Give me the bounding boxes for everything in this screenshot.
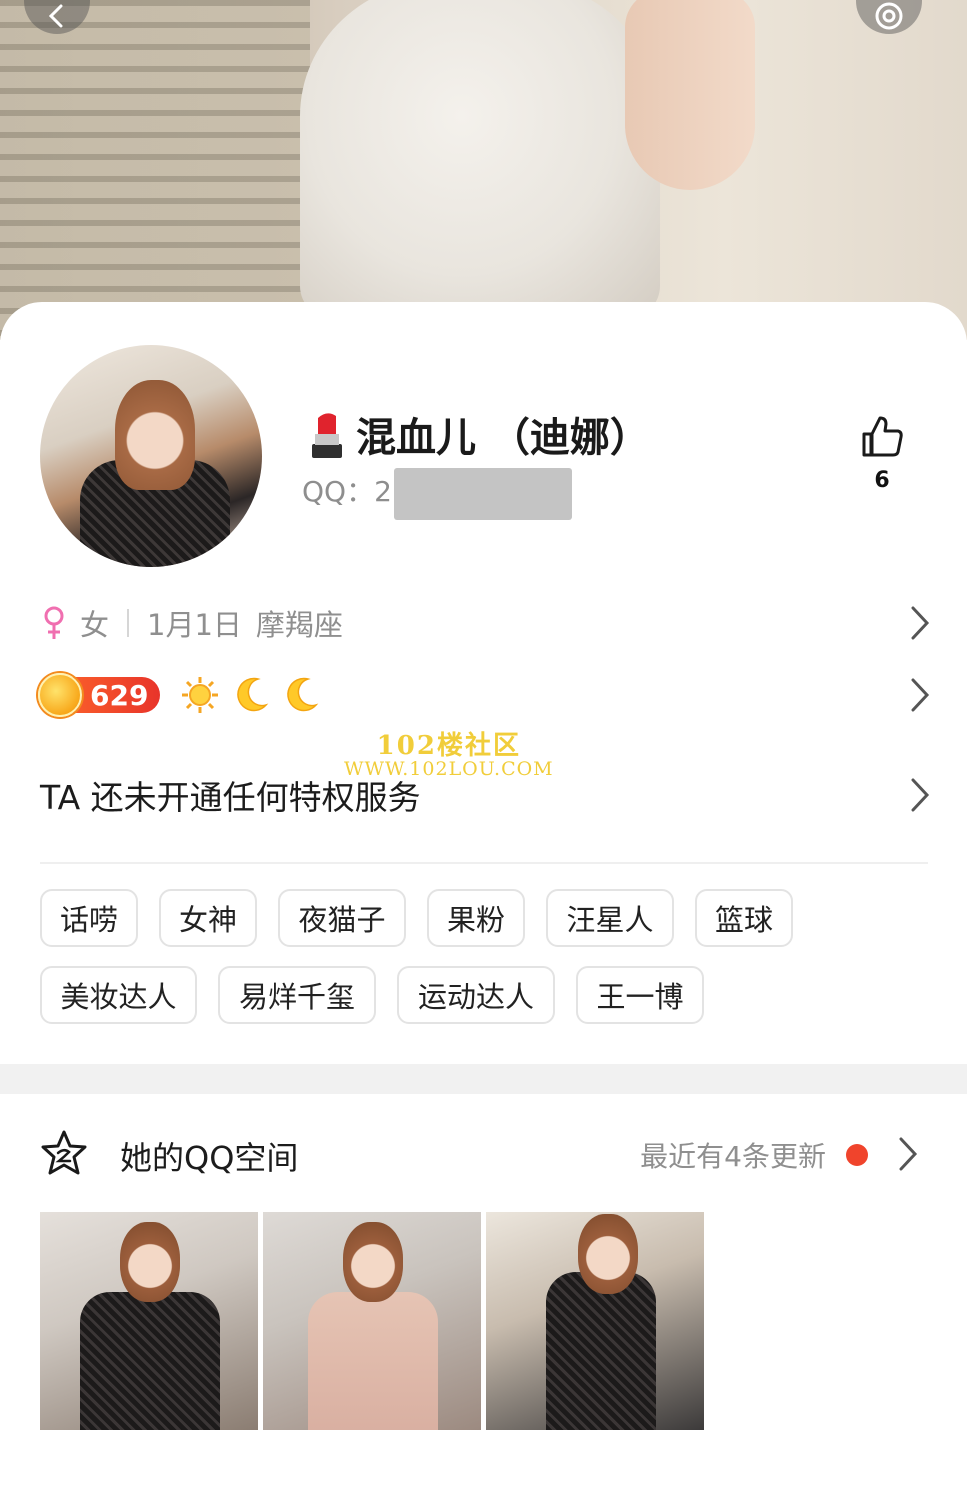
level-badge: 629 <box>38 673 161 717</box>
photo-figure-body <box>546 1272 656 1430</box>
new-update-dot <box>846 1144 868 1166</box>
tag[interactable]: 女神 <box>159 889 257 947</box>
cover-figure-arm <box>625 0 755 190</box>
moon-icon <box>237 677 269 712</box>
birthday-text: 1月1日 <box>147 608 242 642</box>
photo-figure-body <box>80 1292 220 1430</box>
moon-icon <box>287 677 319 712</box>
tag[interactable]: 运动达人 <box>397 966 555 1024</box>
avatar[interactable] <box>40 345 262 567</box>
zodiac-text: 摩羯座 <box>255 608 343 642</box>
qzone-updates: 最近有4条更新 <box>640 1140 826 1173</box>
chevron-right-icon <box>911 778 930 812</box>
photo-figure-body <box>308 1292 438 1430</box>
chevron-right-icon <box>911 606 930 640</box>
qq-number-redaction <box>394 468 572 520</box>
qzone-title: 她的QQ空间 <box>120 1139 299 1177</box>
qq-number: QQ：2 <box>302 470 392 510</box>
thumbs-up-icon[interactable] <box>858 414 906 458</box>
qq-visible-digit: 2 <box>374 475 392 508</box>
section-divider <box>40 862 928 864</box>
profile-name: 混血儿 （迪娜） <box>356 415 650 461</box>
cover-figure <box>300 0 660 320</box>
back-arrow-icon <box>48 4 63 28</box>
privilege-text: TA 还未开通任何特权服务 <box>40 778 421 817</box>
qzone-star-icon <box>41 1130 87 1175</box>
qzone-photo[interactable] <box>263 1212 481 1430</box>
cover-photo[interactable] <box>0 0 967 340</box>
info-separator <box>127 609 130 637</box>
basic-info-row[interactable]: 女 1月1日 摩羯座 <box>40 598 930 648</box>
chevron-right-icon <box>899 1137 918 1171</box>
qq-label: QQ： <box>302 475 375 508</box>
tag[interactable]: 夜猫子 <box>278 889 406 947</box>
photo-figure-head <box>343 1222 403 1302</box>
tag[interactable]: 话唠 <box>40 889 138 947</box>
crown-coin-icon <box>38 673 82 717</box>
qzone-photo[interactable] <box>486 1212 704 1430</box>
lipstick-icon <box>312 413 342 458</box>
gender-text: 女 <box>80 608 110 642</box>
female-icon <box>44 606 64 639</box>
qzone-row[interactable]: 她的QQ空间 最近有4条更新 <box>40 1125 930 1183</box>
photo-figure-head <box>120 1222 180 1302</box>
cover-background-blinds <box>0 0 310 340</box>
level-value: 629 <box>90 678 149 712</box>
privilege-row[interactable]: TA 还未开通任何特权服务 <box>40 768 930 822</box>
photo-figure-head <box>578 1214 638 1294</box>
sun-icon <box>182 677 219 713</box>
section-gap <box>0 1064 967 1094</box>
tag[interactable]: 篮球 <box>695 889 793 947</box>
tag[interactable]: 王一博 <box>576 966 704 1024</box>
tag[interactable]: 美妆达人 <box>40 966 197 1024</box>
tag[interactable]: 易烊千玺 <box>218 966 376 1024</box>
tag[interactable]: 果粉 <box>427 889 525 947</box>
qzone-photo[interactable] <box>40 1212 258 1430</box>
qq-level-row[interactable]: 629 <box>38 668 930 722</box>
watermark-line1: 102楼社区 <box>376 731 521 761</box>
tag[interactable]: 汪星人 <box>546 889 674 947</box>
gear-icon <box>875 2 903 30</box>
like-count: 6 <box>874 468 890 493</box>
chevron-right-icon <box>911 678 930 712</box>
avatar-figure-head <box>115 380 195 490</box>
